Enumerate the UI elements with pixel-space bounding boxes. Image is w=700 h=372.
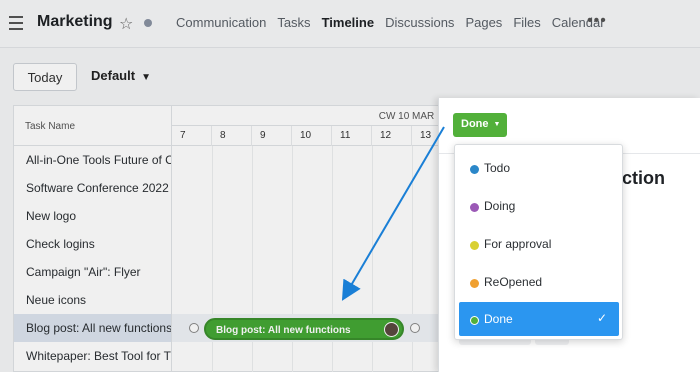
annotation-arrow bbox=[341, 126, 445, 301]
